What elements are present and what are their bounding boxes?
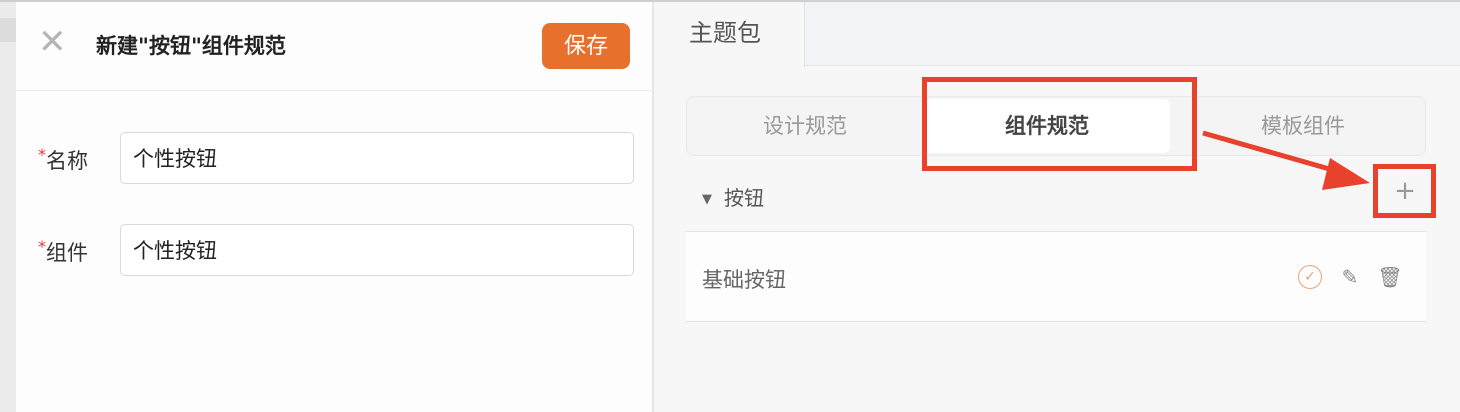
annotation-arrow [1202, 130, 1370, 190]
